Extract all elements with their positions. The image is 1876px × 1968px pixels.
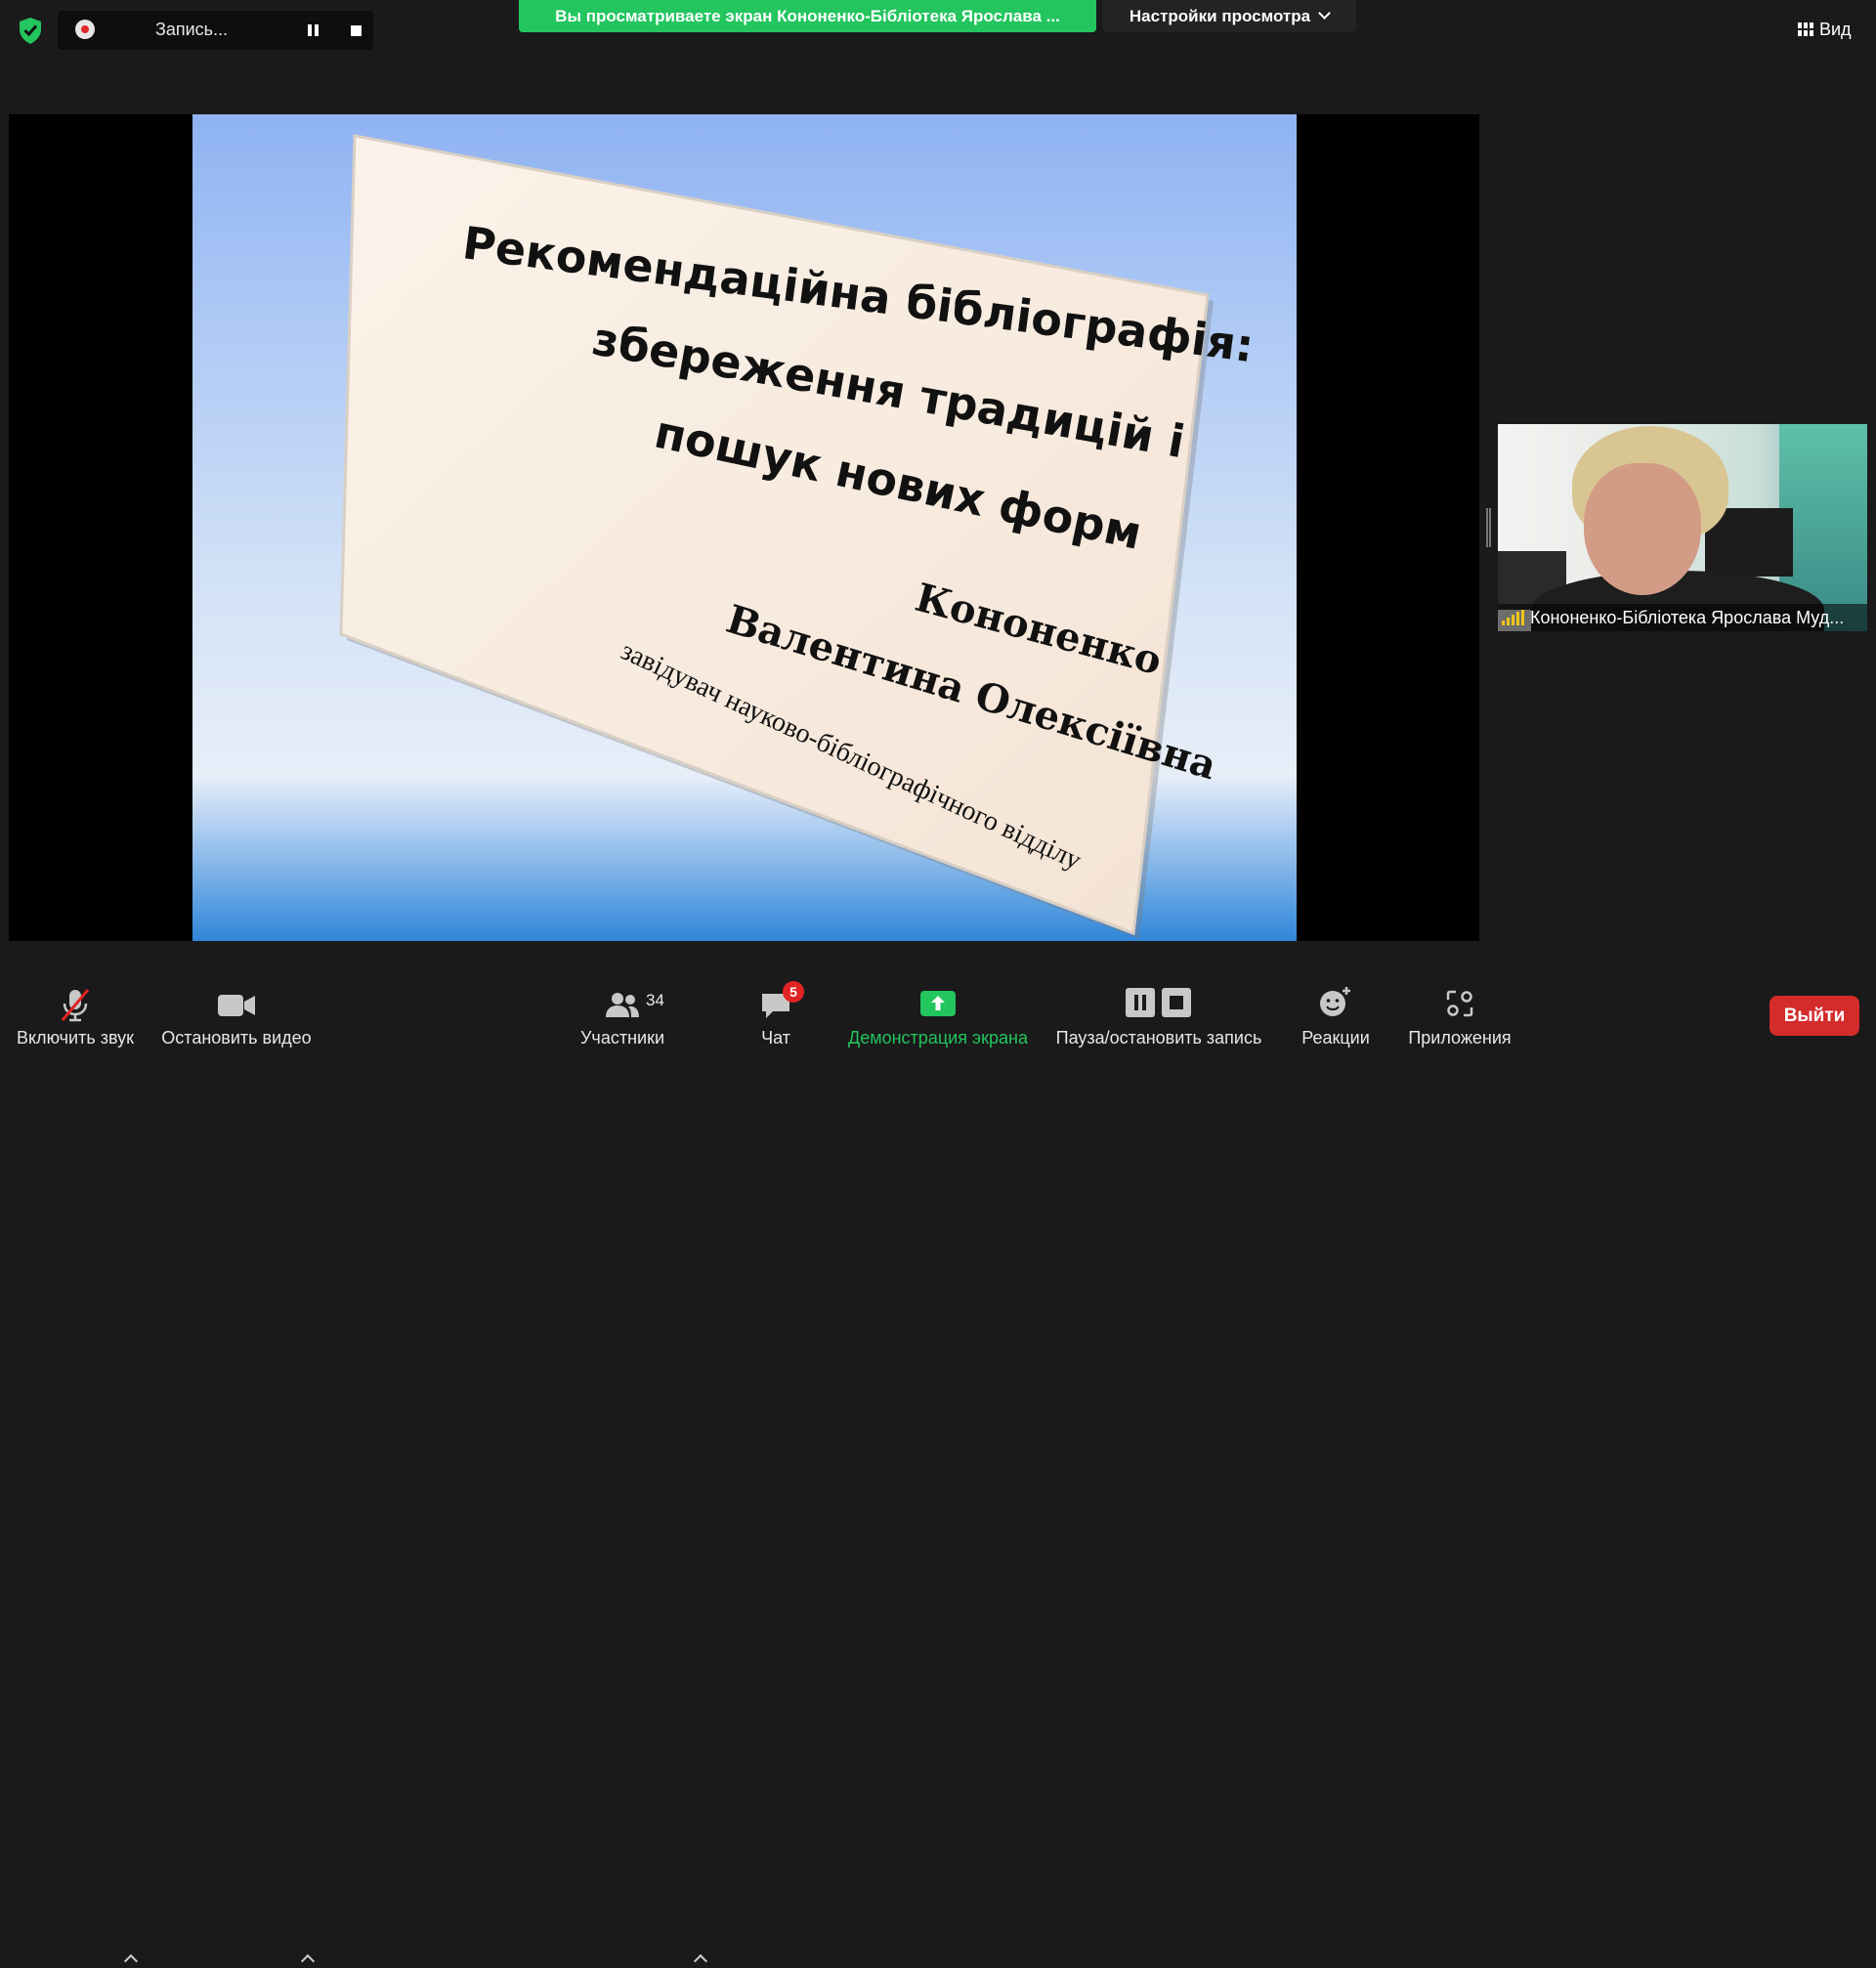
reactions-label: Реакции bbox=[1301, 1028, 1370, 1048]
video-options-caret[interactable] bbox=[300, 1953, 316, 1968]
leave-meeting-button[interactable]: Выйти bbox=[1769, 996, 1859, 1036]
participants-label: Участники bbox=[580, 1028, 664, 1048]
meeting-toolbar: Включить звук Остановить видео 34 Участн… bbox=[0, 958, 1876, 1968]
chevron-down-icon bbox=[1318, 7, 1331, 20]
participant-video[interactable]: Кононенко-Бібліотека Ярослава Муд... bbox=[1498, 424, 1867, 631]
view-label: Вид bbox=[1819, 19, 1852, 39]
recording-indicator: Запись... bbox=[58, 11, 373, 50]
grid-view-icon bbox=[1798, 22, 1813, 36]
smiley-add-icon bbox=[1320, 987, 1350, 1016]
share-screen-icon bbox=[920, 991, 956, 1016]
screen-share-banner: Вы просматриваете экран Кононенко-Бібліо… bbox=[519, 0, 1096, 32]
pause-recording-button[interactable] bbox=[298, 16, 327, 45]
security-shield-icon[interactable] bbox=[14, 14, 47, 47]
audio-options-caret[interactable] bbox=[123, 1953, 139, 1968]
signal-strength-icon bbox=[1502, 610, 1524, 625]
panel-resize-handle[interactable] bbox=[1486, 508, 1491, 547]
video-camera-icon bbox=[218, 995, 255, 1016]
participants-options-caret[interactable] bbox=[693, 1953, 708, 1968]
view-button[interactable]: Вид bbox=[1798, 16, 1852, 43]
pause-stop-recording-icon bbox=[1126, 988, 1191, 1017]
chat-label: Чат bbox=[761, 1028, 790, 1048]
apps-icon bbox=[1446, 990, 1473, 1017]
unmute-label: Включить звук bbox=[16, 1028, 135, 1048]
participant-name-bar: Кононенко-Бібліотека Ярослава Муд... bbox=[1498, 604, 1867, 631]
stop-video-label: Остановить видео bbox=[161, 1028, 312, 1048]
participants-count: 34 bbox=[646, 991, 664, 1009]
share-screen-label: Демонстрация экрана bbox=[848, 1028, 1028, 1048]
view-options-button[interactable]: Настройки просмотра bbox=[1102, 0, 1356, 32]
microphone-muted-icon bbox=[61, 989, 90, 1022]
recording-label: Запись... bbox=[155, 20, 229, 39]
chat-unread-badge: 5 bbox=[783, 981, 804, 1003]
record-icon bbox=[75, 20, 95, 39]
participants-icon bbox=[606, 993, 639, 1017]
stop-recording-button[interactable] bbox=[341, 16, 370, 45]
presentation-slide: Рекомендаційна бібліографія: збереження … bbox=[192, 114, 1297, 941]
participant-name: Кононенко-Бібліотека Ярослава Муд... bbox=[1530, 607, 1845, 627]
view-options-label: Настройки просмотра bbox=[1129, 7, 1311, 25]
pause-stop-recording-label: Пауза/остановить запись bbox=[1055, 1028, 1262, 1048]
apps-label: Приложения bbox=[1408, 1028, 1512, 1048]
shared-screen: Рекомендаційна бібліографія: збереження … bbox=[9, 114, 1479, 941]
